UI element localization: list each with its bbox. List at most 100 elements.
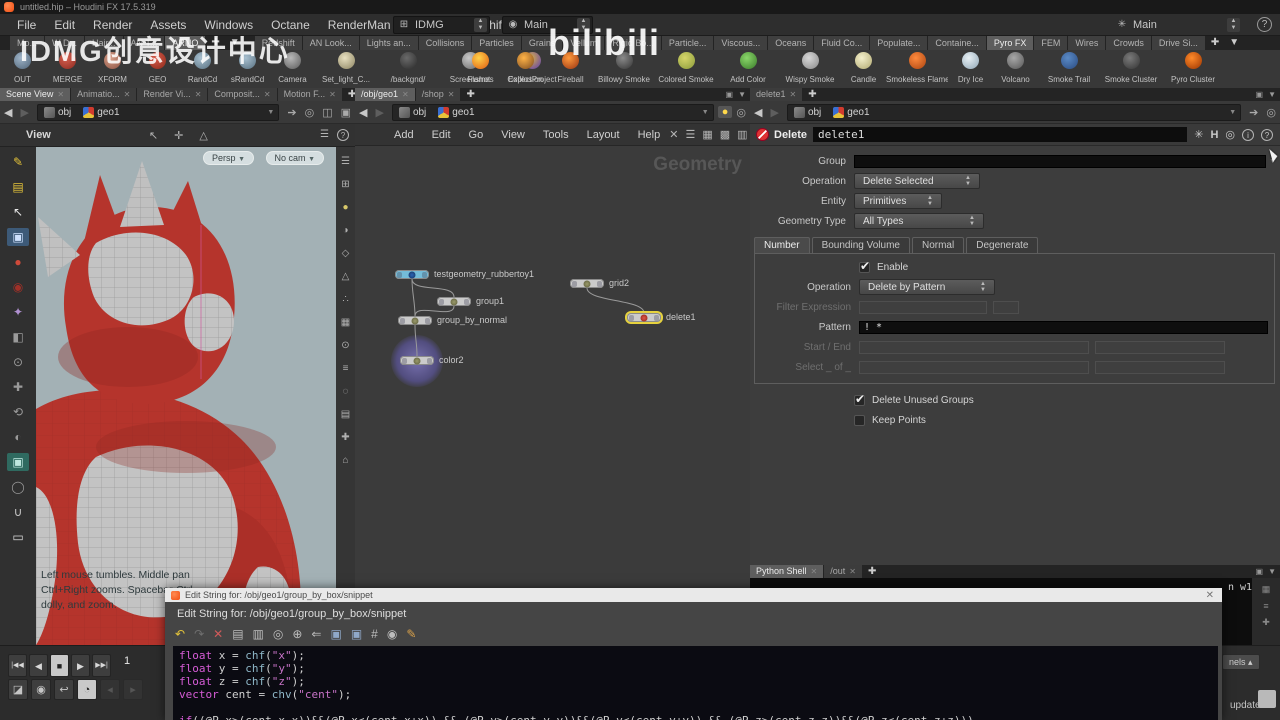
prev-key-icon[interactable]: ◂ <box>100 679 120 700</box>
vex-code-editor[interactable]: float x = chf("x"); float y = chf("y"); fl… <box>173 646 1218 720</box>
ring-icon[interactable]: ◯ <box>7 478 29 496</box>
input-start-end-2[interactable] <box>1095 340 1225 354</box>
accept-edit-icon[interactable]: ✎ <box>406 626 416 642</box>
color-palette-icon[interactable]: ▩ <box>720 128 730 141</box>
network-menu-tools[interactable]: Tools <box>534 124 578 146</box>
node-wire[interactable] <box>411 278 416 317</box>
handles-icon[interactable]: ⊙ <box>7 353 29 371</box>
shadow-icon[interactable]: ◑ <box>338 224 354 238</box>
annotate-pen-icon[interactable]: ✎ <box>7 153 29 171</box>
close-tab-icon[interactable]: ✕ <box>448 88 455 101</box>
copy-icon[interactable]: ▤ <box>232 626 243 642</box>
indent-icon[interactable]: ⇐ <box>311 626 321 642</box>
lamp-icon[interactable]: ● <box>338 201 354 215</box>
back-arrow-icon[interactable]: ◀ <box>355 106 371 119</box>
edit-window-titlebar[interactable]: Edit String for: /obj/geo1/group_by_box/… <box>165 588 1222 602</box>
snapshot-cube-icon[interactable]: ◫ <box>318 106 336 119</box>
dropdown-spinner-icon[interactable]: ▲ ▼ <box>917 195 933 207</box>
scene-tab[interactable]: Animatio... ✕ <box>71 88 137 101</box>
redo-icon[interactable]: ↷ <box>194 626 204 642</box>
menu-renderman[interactable]: RenderMan <box>319 14 400 36</box>
main-selector-spinner[interactable]: ▲ ▼ <box>577 18 590 32</box>
search-icon[interactable]: ◎ <box>1225 128 1235 141</box>
checkbox-enable[interactable] <box>859 259 870 273</box>
shelf-tab[interactable]: Rigid Bo... <box>605 36 661 50</box>
shelf-tool-colored-smoke[interactable]: Colored Smoke <box>655 50 717 84</box>
help-icon[interactable]: ? <box>1257 17 1272 32</box>
folder-tab-number[interactable]: Number <box>754 237 810 253</box>
path-context-chip[interactable]: obj <box>38 106 77 118</box>
forward-arrow-icon[interactable]: ▶ <box>371 106 387 119</box>
radial-menu-icon[interactable]: ◎ <box>301 106 319 119</box>
dropdown-spinner-icon[interactable]: ▲ ▼ <box>959 215 975 227</box>
bubble-icon[interactable]: ◉ <box>387 626 397 642</box>
panels-button-fragment[interactable]: nels ▴ <box>1222 654 1260 670</box>
expand-ref-icon[interactable]: ▣ <box>330 626 341 642</box>
grid-view-icon[interactable]: ▦ <box>702 128 712 141</box>
node-bypass-flag[interactable] <box>572 280 577 287</box>
bottom-tab[interactable]: /out ✕ <box>824 565 862 578</box>
node-group_by_normal[interactable] <box>398 316 432 325</box>
cut-icon[interactable]: ✕ <box>213 626 223 642</box>
paste-icon[interactable]: ▥ <box>253 626 264 642</box>
radial-menu-icon[interactable]: ◎ <box>1262 106 1280 119</box>
shelf-tool-out[interactable]: OUT <box>0 50 45 84</box>
shelf-tool-set-light-c-[interactable]: Set_light_C... <box>315 50 377 84</box>
menu-file[interactable]: File <box>8 14 45 36</box>
find-replace-icon[interactable]: ⊕ <box>292 626 302 642</box>
display-toggle-icon[interactable]: ▣ <box>7 453 29 471</box>
secure-selection-icon[interactable]: ▣ <box>7 228 29 246</box>
shelf-tool-xform[interactable]: XFORM <box>90 50 135 84</box>
main-menu-selector[interactable]: ◉ Main ▲ ▼ <box>502 16 593 34</box>
grid-icon[interactable]: ⊞ <box>338 178 354 192</box>
undo-icon[interactable]: ↶ <box>175 626 185 642</box>
snapshot-icon[interactable]: ▣ <box>337 106 355 119</box>
node-group1[interactable] <box>437 297 471 306</box>
close-tab-icon[interactable]: ✕ <box>195 88 202 101</box>
node-display-flag[interactable] <box>425 317 430 324</box>
close-tab-icon[interactable]: ✕ <box>329 88 336 101</box>
network-canvas[interactable]: Geometry testgeometry_rubbertoy1 group1 gr… <box>355 146 750 645</box>
add-tab-button[interactable]: ✚ <box>461 88 479 101</box>
pin-icon[interactable]: ➔ <box>1245 106 1262 119</box>
shelf-tool-srandcd[interactable]: sRandCd <box>225 50 270 84</box>
mini-list-icon[interactable]: ≡ <box>1263 601 1268 611</box>
shelf-tool-fireball[interactable]: Fireball <box>548 50 593 84</box>
help-circle-icon[interactable]: ? <box>1261 128 1273 141</box>
stop-button[interactable]: ■ <box>50 654 69 677</box>
select-arrow-icon[interactable]: ↖ <box>7 203 29 221</box>
right-main-selector[interactable]: ✳ Main ▲ ▼ <box>1112 16 1242 34</box>
node-wire[interactable] <box>411 278 455 298</box>
collapse-ref-icon[interactable]: ▣ <box>351 626 362 642</box>
panel-icon[interactable]: ▤ <box>338 408 354 422</box>
mini-grid-icon[interactable]: ▦ <box>1262 584 1271 595</box>
radial-menu-icon[interactable]: ◎ <box>732 106 750 119</box>
layout-list-icon[interactable]: ☰ <box>320 129 329 141</box>
node-color2[interactable] <box>400 356 434 365</box>
shelf-tab[interactable]: Particles <box>472 36 521 50</box>
node-display-flag[interactable] <box>422 271 427 278</box>
last-frame-button[interactable]: ▶▶| <box>92 654 111 677</box>
shelf-tool-wispy-smoke[interactable]: Wispy Smoke <box>779 50 841 84</box>
node-grid2[interactable] <box>570 279 604 288</box>
shelf-tool-smokeless-flame[interactable]: Smokeless Flame <box>886 50 948 84</box>
display-options-icon[interactable]: ☰ <box>338 155 354 169</box>
shelf-tool-merge[interactable]: MERGE <box>45 50 90 84</box>
houdini-help-icon[interactable]: H <box>1210 129 1218 141</box>
menu-assets[interactable]: Assets <box>141 14 195 36</box>
tree-view-icon[interactable]: ☰ <box>685 128 695 141</box>
folder-tab-normal[interactable]: Normal <box>911 237 965 253</box>
node-delete1[interactable] <box>627 313 661 322</box>
shelf-tab[interactable]: Pyro FX <box>986 36 1034 50</box>
circle-icon[interactable]: ◌ <box>338 385 354 399</box>
shelf-tab[interactable]: Oceans <box>768 36 814 50</box>
shelf-tab[interactable]: Crowds <box>1106 36 1151 50</box>
network-menu-layout[interactable]: Layout <box>578 124 629 146</box>
input-pattern[interactable]: ! * <box>859 320 1268 334</box>
add-shelf-tab-button[interactable]: ✚ <box>1206 36 1224 50</box>
shelf-tab[interactable]: Vellum <box>563 36 605 50</box>
prev-frame-button[interactable]: ◀ <box>29 654 48 677</box>
checkbox-delete-unused-groups[interactable] <box>854 392 865 406</box>
menu-edit[interactable]: Edit <box>45 14 84 36</box>
shelf-tool-candle[interactable]: Candle <box>841 50 886 84</box>
